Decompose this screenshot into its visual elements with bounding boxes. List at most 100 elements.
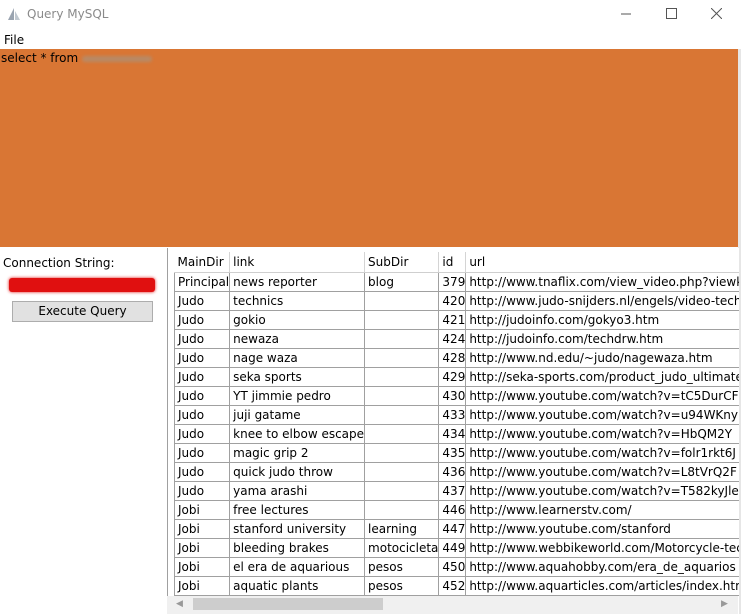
column-header-link[interactable]: link — [229, 252, 366, 273]
table-cell[interactable]: 421 — [438, 310, 467, 330]
table-cell[interactable]: http://www.youtube.com/watch?v=folr1rkt6… — [465, 443, 739, 463]
table-cell[interactable]: Jobi — [173, 519, 231, 539]
table-cell[interactable] — [364, 310, 440, 330]
table-cell[interactable]: 437 — [438, 481, 467, 501]
table-cell[interactable] — [364, 500, 440, 520]
table-cell[interactable]: 447 — [438, 519, 467, 539]
table-cell[interactable]: http://www.youtube.com/watch?v=T582kyJle — [465, 481, 739, 501]
table-cell[interactable]: Judo — [173, 291, 231, 311]
horizontal-scrollbar[interactable]: ◀ ▶ — [167, 596, 738, 614]
table-cell[interactable]: blog — [364, 272, 440, 292]
table-cell[interactable]: http://www.youtube.com/watch?v=HbQM2Y — [465, 424, 739, 444]
table-cell[interactable]: Jobi — [173, 576, 231, 596]
table-cell[interactable]: free lectures — [229, 500, 366, 520]
column-header-maindir[interactable]: MainDir — [174, 252, 231, 273]
table-cell[interactable]: 434 — [438, 424, 467, 444]
table-row[interactable]: Judo juji gatame 433 http://www.youtube.com… — [173, 405, 739, 425]
table-cell[interactable]: Judo — [173, 367, 231, 387]
close-button[interactable] — [693, 0, 739, 30]
table-cell[interactable]: el era de aquarious — [229, 557, 366, 577]
table-row[interactable]: Principal news reporter blog 379 http://www.… — [173, 272, 739, 292]
column-header-url[interactable]: url — [465, 252, 739, 273]
table-cell[interactable] — [364, 386, 440, 406]
table-cell[interactable]: motocicleta — [364, 538, 440, 558]
table-cell[interactable]: 436 — [438, 462, 467, 482]
table-cell[interactable]: learning — [364, 519, 440, 539]
table-cell[interactable]: http://www.youtube.com/watch?v=tC5DurCF — [465, 386, 739, 406]
table-cell[interactable]: http://www.youtube.com/watch?v=u94WKny — [465, 405, 739, 425]
table-cell[interactable]: http://www.learnerstv.com/ — [465, 500, 739, 520]
table-cell[interactable]: http://www.nd.edu/~judo/nagewaza.htm — [465, 348, 739, 368]
table-cell[interactable] — [364, 405, 440, 425]
table-cell[interactable]: Judo — [173, 424, 231, 444]
table-cell[interactable]: http://www.youtube.com/stanford — [465, 519, 739, 539]
table-cell[interactable]: 379 — [438, 272, 467, 292]
table-cell[interactable]: http://www.tnaflix.com/view_video.php?vi… — [465, 272, 739, 292]
table-cell[interactable]: news reporter — [229, 272, 366, 292]
table-cell[interactable]: technics — [229, 291, 366, 311]
column-header-id[interactable]: id — [438, 252, 467, 273]
table-cell[interactable]: bleeding brakes — [229, 538, 366, 558]
table-row[interactable]: Judo gokio 421 http://judoinfo.com/gokyo3.h… — [173, 310, 739, 330]
table-cell[interactable]: Jobi — [173, 500, 231, 520]
table-cell[interactable] — [364, 367, 440, 387]
connection-string-input[interactable] — [9, 278, 155, 292]
table-cell[interactable]: http://seka-sports.com/product_judo_ulti… — [465, 367, 739, 387]
table-cell[interactable]: http://judoinfo.com/techdrw.htm — [465, 329, 739, 349]
table-cell[interactable]: juji gatame — [229, 405, 366, 425]
table-cell[interactable]: Jobi — [173, 557, 231, 577]
menu-file[interactable]: File — [4, 33, 24, 47]
scroll-right-icon[interactable]: ▶ — [721, 599, 728, 609]
table-cell[interactable]: pesos — [364, 557, 440, 577]
table-row[interactable]: Judo nage waza 428 http://www.nd.edu/~judo/… — [173, 348, 739, 368]
table-cell[interactable]: Judo — [173, 329, 231, 349]
query-textarea[interactable]: select * from — [0, 49, 738, 247]
table-row[interactable]: Jobi el era de aquarious pesos 450 http://ww… — [173, 557, 739, 577]
scroll-left-icon[interactable]: ◀ — [176, 599, 183, 609]
table-row[interactable]: Jobi stanford university learning 447 http:/… — [173, 519, 739, 539]
table-row[interactable]: Judo technics 420 http://www.judo-snijders.… — [173, 291, 739, 311]
table-cell[interactable]: http://www.webbikeworld.com/Motorcycle-t… — [465, 538, 739, 558]
minimize-button[interactable] — [603, 0, 649, 30]
table-cell[interactable]: pesos — [364, 576, 440, 596]
table-cell[interactable]: Judo — [173, 348, 231, 368]
table-cell[interactable]: 428 — [438, 348, 467, 368]
table-cell[interactable]: http://www.youtube.com/watch?v=L8tVrQ2F — [465, 462, 739, 482]
table-cell[interactable]: http://www.aquarticles.com/articles/inde… — [465, 576, 739, 596]
table-cell[interactable]: 430 — [438, 386, 467, 406]
table-cell[interactable]: 429 — [438, 367, 467, 387]
table-cell[interactable]: Judo — [173, 481, 231, 501]
table-cell[interactable]: 450 — [438, 557, 467, 577]
table-cell[interactable]: http://judoinfo.com/gokyo3.htm — [465, 310, 739, 330]
table-row[interactable]: Jobi bleeding brakes motocicleta 449 http://… — [173, 538, 739, 558]
column-header-subdir[interactable]: SubDir — [364, 252, 440, 273]
table-cell[interactable]: 435 — [438, 443, 467, 463]
table-cell[interactable] — [364, 348, 440, 368]
table-cell[interactable]: 446 — [438, 500, 467, 520]
table-cell[interactable]: yama arashi — [229, 481, 366, 501]
table-cell[interactable]: Judo — [173, 386, 231, 406]
execute-query-button[interactable]: Execute Query — [12, 301, 153, 322]
table-cell[interactable]: stanford university — [229, 519, 366, 539]
table-cell[interactable]: newaza — [229, 329, 366, 349]
maximize-button[interactable] — [648, 0, 694, 30]
table-cell[interactable]: 449 — [438, 538, 467, 558]
table-cell[interactable]: aquatic plants — [229, 576, 366, 596]
table-row[interactable]: Judo quick judo throw 436 http://www.youtub… — [173, 462, 739, 482]
table-cell[interactable]: Judo — [173, 462, 231, 482]
table-cell[interactable]: Jobi — [173, 538, 231, 558]
table-cell[interactable]: 452 — [438, 576, 467, 596]
table-row[interactable]: Jobi aquatic plants pesos 452 http://www.aqu… — [173, 576, 739, 596]
table-row[interactable]: Judo knee to elbow escape 434 http://www.yo… — [173, 424, 739, 444]
table-cell[interactable]: Principal — [173, 272, 231, 292]
table-cell[interactable] — [364, 291, 440, 311]
table-row[interactable]: Judo newaza 424 http://judoinfo.com/techdrw… — [173, 329, 739, 349]
table-cell[interactable] — [364, 481, 440, 501]
table-cell[interactable]: Judo — [173, 405, 231, 425]
table-cell[interactable]: http://www.aquahobby.com/era_de_aquarios — [465, 557, 739, 577]
table-row[interactable]: Judo YT jimmie pedro 430 http://www.youtube… — [173, 386, 739, 406]
table-row[interactable]: Judo seka sports 429 http://seka-sports.com… — [173, 367, 739, 387]
table-row[interactable]: Judo magic grip 2 435 http://www.youtube.co… — [173, 443, 739, 463]
table-cell[interactable]: nage waza — [229, 348, 366, 368]
table-cell[interactable]: quick judo throw — [229, 462, 366, 482]
